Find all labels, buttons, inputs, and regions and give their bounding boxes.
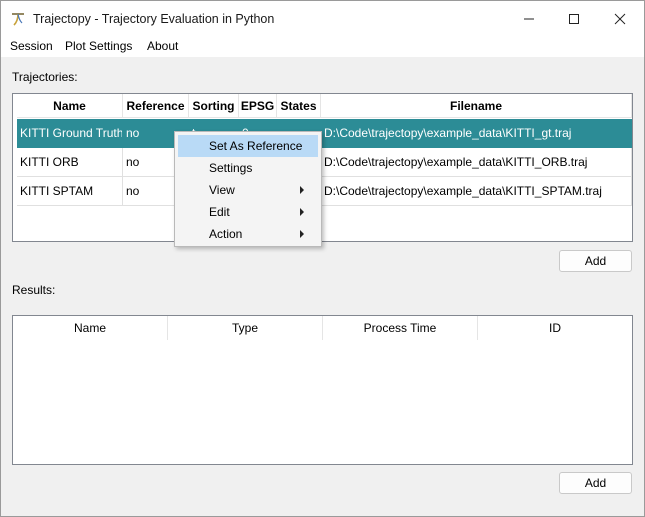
column-header-process-time[interactable]: Process Time: [323, 316, 478, 340]
cell-filename: D:\Code\trajectopy\example_data\KITTI_gt…: [321, 119, 632, 148]
trajectopy-logo-icon: [12, 13, 24, 26]
context-menu-item-label: Set As Reference: [209, 139, 303, 153]
context-menu-item-label: Edit: [209, 205, 230, 219]
column-header-type[interactable]: Type: [168, 316, 323, 340]
maximize-icon: [569, 13, 579, 24]
context-menu-item-view[interactable]: View: [178, 179, 318, 201]
submenu-arrow-icon: [300, 186, 304, 194]
cell-name: KITTI SPTAM: [17, 177, 123, 206]
context-menu-item-settings[interactable]: Settings: [178, 157, 318, 179]
close-button[interactable]: [597, 1, 643, 36]
column-header-epsg[interactable]: EPSG: [239, 94, 277, 118]
submenu-arrow-icon: [300, 230, 304, 238]
main-window: Trajectopy - Trajectory Evaluation in Py…: [0, 0, 645, 517]
trajectories-label: Trajectories:: [12, 70, 78, 84]
column-header-name[interactable]: Name: [17, 94, 123, 118]
maximize-button[interactable]: [551, 1, 597, 36]
context-menu-item-edit[interactable]: Edit: [178, 201, 318, 223]
column-header-filename[interactable]: Filename: [321, 94, 632, 118]
cell-filename: D:\Code\trajectopy\example_data\KITTI_OR…: [321, 148, 632, 177]
column-header-sorting[interactable]: Sorting: [189, 94, 239, 118]
menu-session[interactable]: Session: [10, 39, 53, 53]
column-header-id[interactable]: ID: [478, 316, 632, 340]
context-menu-item-label: Settings: [209, 161, 253, 175]
cell-filename: D:\Code\trajectopy\example_data\KITTI_SP…: [321, 177, 632, 206]
column-header-states[interactable]: States: [277, 94, 321, 118]
context-menu-item-set-as-reference[interactable]: Set As Reference: [178, 135, 318, 157]
minimize-button[interactable]: [506, 1, 552, 36]
menu-about[interactable]: About: [147, 39, 178, 53]
window-title: Trajectopy - Trajectory Evaluation in Py…: [33, 12, 275, 26]
column-header-reference[interactable]: Reference: [123, 94, 189, 118]
results-table[interactable]: Name Type Process Time ID: [12, 315, 633, 465]
results-label: Results:: [12, 283, 56, 297]
cell-name: KITTI ORB: [17, 148, 123, 177]
menu-plot-settings[interactable]: Plot Settings: [65, 39, 132, 53]
cell-name: KITTI Ground Truth: [17, 119, 123, 148]
minimize-icon: [524, 18, 534, 19]
context-menu-item-label: Action: [209, 227, 243, 241]
add-trajectory-button[interactable]: Add: [559, 250, 632, 272]
trajectories-table[interactable]: Name Reference Sorting EPSG States Filen…: [12, 93, 633, 242]
close-icon: [614, 13, 626, 24]
context-menu-item-action[interactable]: Action: [178, 223, 318, 245]
title-bar[interactable]: Trajectopy - Trajectory Evaluation in Py…: [1, 1, 644, 36]
context-menu: Set As Reference Settings View Edit Acti…: [174, 131, 322, 247]
add-result-button[interactable]: Add: [559, 472, 632, 494]
menu-bar: Session Plot Settings About: [1, 36, 644, 57]
column-header-name[interactable]: Name: [13, 316, 168, 340]
submenu-arrow-icon: [300, 208, 304, 216]
context-menu-item-label: View: [209, 183, 235, 197]
